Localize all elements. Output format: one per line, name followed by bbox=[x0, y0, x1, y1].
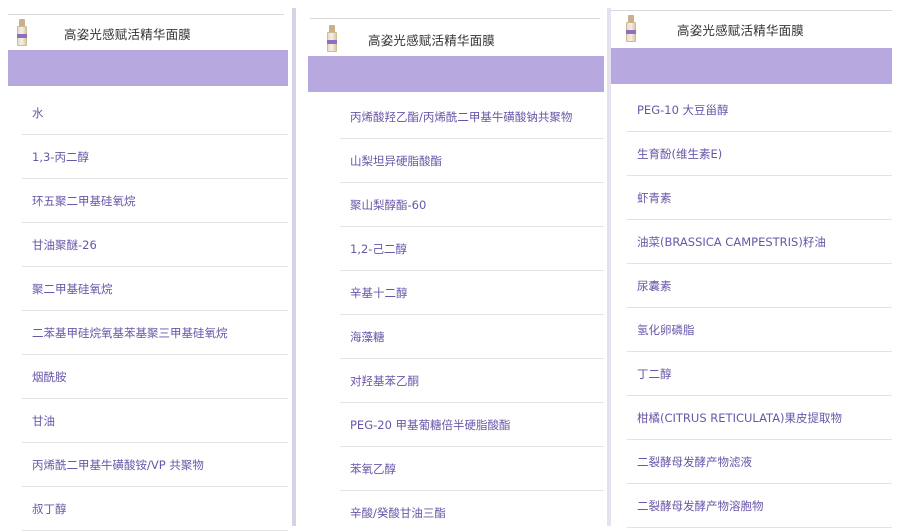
list-item: 对羟基苯乙酮 bbox=[340, 359, 604, 403]
panel-top-divider bbox=[8, 14, 284, 15]
accent-band bbox=[8, 50, 288, 86]
panel-top-divider bbox=[310, 18, 600, 19]
list-item: 聚山梨醇酯-60 bbox=[340, 183, 604, 227]
list-item: 丙烯酸羟乙酯/丙烯酰二甲基牛磺酸钠共聚物 bbox=[340, 95, 604, 139]
panel-top-divider bbox=[611, 10, 892, 11]
panel-header: 高姿光感赋活精华面膜 bbox=[318, 22, 604, 56]
list-item: 苯氧乙醇 bbox=[340, 447, 604, 491]
accent-band bbox=[308, 56, 604, 92]
accent-band bbox=[611, 48, 892, 84]
list-item: 氢化卵磷脂 bbox=[627, 308, 892, 352]
ingredient-list: PEG-10 大豆甾醇 生育酚(维生素E) 虾青素 油菜(BRASSICA CA… bbox=[627, 88, 892, 528]
list-item: 辛基十二醇 bbox=[340, 271, 604, 315]
product-tube-icon bbox=[324, 25, 340, 53]
ingredient-panel-1: 高姿光感赋活精华面膜 水 1,3-丙二醇 环五聚二甲基硅氧烷 甘油聚醚-26 聚… bbox=[0, 0, 292, 531]
list-item: 水 bbox=[22, 91, 288, 135]
list-item: 山梨坦异硬脂酸酯 bbox=[340, 139, 604, 183]
list-item: 丙烯酰二甲基牛磺酸铵/VP 共聚物 bbox=[22, 443, 288, 487]
list-item: 二苯基甲硅烷氧基苯基聚三甲基硅氧烷 bbox=[22, 311, 288, 355]
list-item: 生育酚(维生素E) bbox=[627, 132, 892, 176]
panel-header: 高姿光感赋活精华面膜 bbox=[617, 12, 896, 46]
list-item: 甘油聚醚-26 bbox=[22, 223, 288, 267]
list-item: 二裂酵母发酵产物溶胞物 bbox=[627, 484, 892, 528]
list-item: 柑橘(CITRUS RETICULATA)果皮提取物 bbox=[627, 396, 892, 440]
list-item: 海藻糖 bbox=[340, 315, 604, 359]
list-item: 聚二甲基硅氧烷 bbox=[22, 267, 288, 311]
list-item: 1,3-丙二醇 bbox=[22, 135, 288, 179]
list-item: PEG-20 甲基葡糖倍半硬脂酸酯 bbox=[340, 403, 604, 447]
list-item: 环五聚二甲基硅氧烷 bbox=[22, 179, 288, 223]
list-item: 叔丁醇 bbox=[22, 487, 288, 531]
product-title: 高姿光感赋活精华面膜 bbox=[677, 22, 805, 38]
ingredient-list: 丙烯酸羟乙酯/丙烯酰二甲基牛磺酸钠共聚物 山梨坦异硬脂酸酯 聚山梨醇酯-60 1… bbox=[340, 95, 604, 531]
ingredient-panel-2: 高姿光感赋活精华面膜 丙烯酸羟乙酯/丙烯酰二甲基牛磺酸钠共聚物 山梨坦异硬脂酸酯… bbox=[296, 0, 608, 531]
list-item: 丁二醇 bbox=[627, 352, 892, 396]
ingredient-list: 水 1,3-丙二醇 环五聚二甲基硅氧烷 甘油聚醚-26 聚二甲基硅氧烷 二苯基甲… bbox=[22, 91, 288, 531]
list-item: 尿囊素 bbox=[627, 264, 892, 308]
product-tube-icon bbox=[14, 19, 30, 47]
list-item: 油菜(BRASSICA CAMPESTRIS)籽油 bbox=[627, 220, 892, 264]
product-tube-icon bbox=[623, 15, 639, 43]
ingredient-panel-3: 高姿光感赋活精华面膜 PEG-10 大豆甾醇 生育酚(维生素E) 虾青素 油菜(… bbox=[611, 0, 900, 531]
list-item: 二裂酵母发酵产物滤液 bbox=[627, 440, 892, 484]
list-item: PEG-10 大豆甾醇 bbox=[627, 88, 892, 132]
list-item: 虾青素 bbox=[627, 176, 892, 220]
list-item: 1,2-己二醇 bbox=[340, 227, 604, 271]
product-title: 高姿光感赋活精华面膜 bbox=[368, 32, 496, 48]
list-item: 烟酰胺 bbox=[22, 355, 288, 399]
list-item: 甘油 bbox=[22, 399, 288, 443]
product-title: 高姿光感赋活精华面膜 bbox=[64, 26, 192, 42]
list-item: 辛酸/癸酸甘油三酯 bbox=[340, 491, 604, 531]
ingredient-list-screenshot: 高姿光感赋活精华面膜 水 1,3-丙二醇 环五聚二甲基硅氧烷 甘油聚醚-26 聚… bbox=[0, 0, 900, 531]
panel-header: 高姿光感赋活精华面膜 bbox=[8, 16, 288, 50]
